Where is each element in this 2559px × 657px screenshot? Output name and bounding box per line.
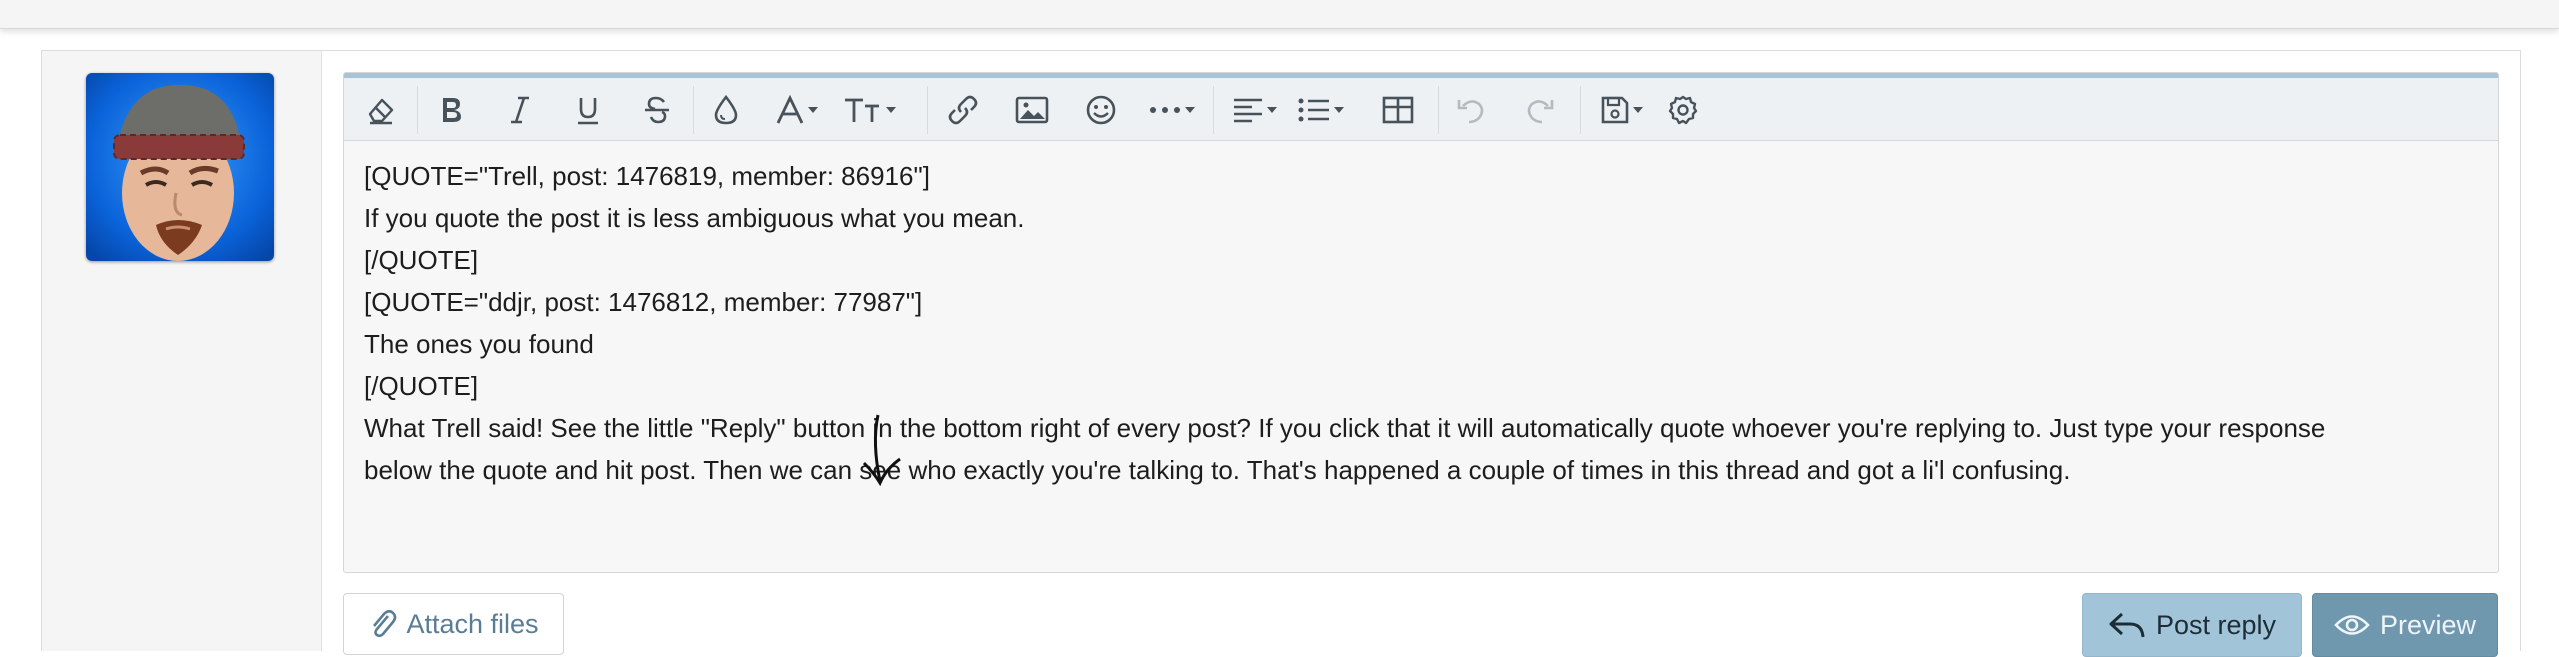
editor-line: [QUOTE="ddjr, post: 1476812, member: 779… — [364, 287, 923, 317]
avatar[interactable] — [86, 73, 274, 261]
font-icon[interactable] — [764, 78, 828, 141]
post-reply-label: Post reply — [2155, 609, 2277, 640]
eye-icon — [2334, 615, 2370, 635]
toolbar-separator — [1580, 86, 1581, 134]
preview-button[interactable]: Preview — [2312, 593, 2498, 657]
editor-line: If you quote the post it is less ambiguo… — [364, 203, 1025, 233]
editor-line: [/QUOTE] — [364, 371, 479, 401]
ellipsis-icon[interactable] — [1139, 78, 1203, 141]
top-header-bar — [0, 0, 2559, 29]
attach-files-label: Attach files — [406, 608, 539, 639]
attach-files-button[interactable]: Attach files — [343, 593, 564, 655]
redo-icon[interactable] — [1518, 78, 1562, 141]
align-left-icon[interactable] — [1222, 78, 1286, 141]
editor-line: below the quote and hit post. Then we ca… — [364, 455, 2071, 485]
text-size-icon[interactable] — [832, 78, 906, 141]
toolbar-separator — [927, 86, 928, 134]
post-reply-button[interactable]: Post reply — [2082, 593, 2302, 657]
user-column — [42, 51, 322, 651]
strikethrough-icon[interactable] — [635, 78, 679, 141]
gear-icon[interactable] — [1661, 78, 1705, 141]
hand-drawn-arrow-icon — [862, 414, 901, 487]
italic-icon[interactable] — [498, 78, 542, 141]
toolbar-separator — [1213, 86, 1214, 134]
list-icon[interactable] — [1288, 78, 1352, 141]
image-icon[interactable] — [1010, 78, 1054, 141]
message-editor: [QUOTE="Trell, post: 1476819, member: 86… — [343, 72, 2499, 573]
editor-toolbar — [344, 73, 2498, 141]
smiley-icon[interactable] — [1079, 78, 1123, 141]
editor-line: [QUOTE="Trell, post: 1476819, member: 86… — [364, 161, 930, 191]
editor-content[interactable]: [QUOTE="Trell, post: 1476819, member: 86… — [344, 141, 2498, 572]
link-icon[interactable] — [941, 78, 985, 141]
toolbar-separator — [417, 86, 418, 134]
reply-icon — [2109, 612, 2145, 638]
paperclip-icon — [373, 609, 397, 638]
toolbar-separator — [693, 86, 694, 134]
preview-label: Preview — [2379, 609, 2477, 640]
undo-icon[interactable] — [1449, 78, 1493, 141]
editor-line: What Trell said! See the little "Reply" … — [364, 413, 2326, 443]
save-icon[interactable] — [1589, 78, 1653, 141]
toolbar-separator — [1438, 86, 1439, 134]
reply-block: [QUOTE="Trell, post: 1476819, member: 86… — [41, 50, 2521, 657]
table-icon[interactable] — [1376, 78, 1420, 141]
droplet-icon[interactable] — [704, 78, 748, 141]
eraser-icon[interactable] — [358, 78, 402, 141]
underline-icon[interactable] — [566, 78, 610, 141]
editor-line: The ones you found — [364, 329, 594, 359]
bold-icon[interactable] — [429, 78, 473, 141]
editor-line: [/QUOTE] — [364, 245, 479, 275]
